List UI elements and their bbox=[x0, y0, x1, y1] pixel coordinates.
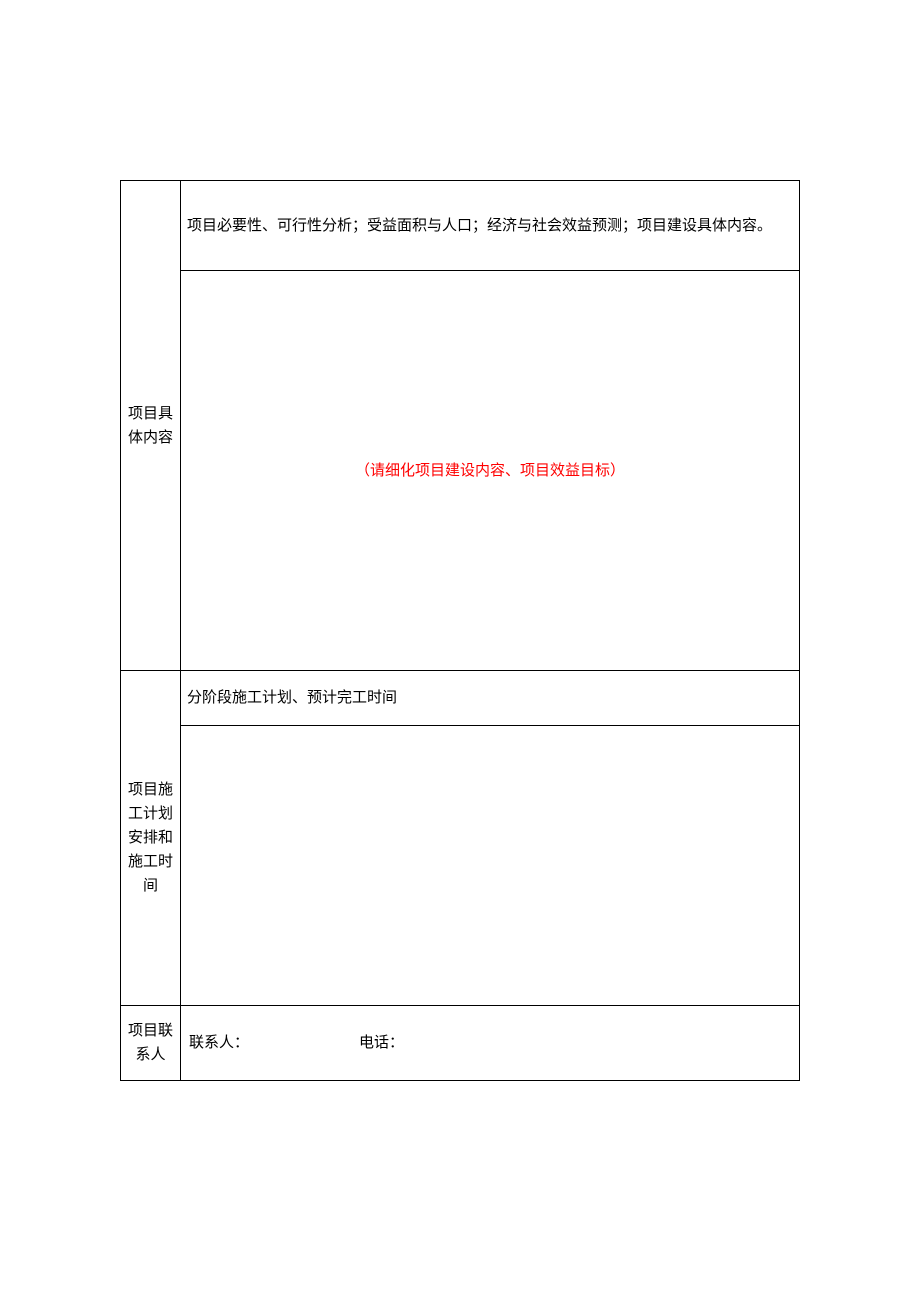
contact-label: 联系人： bbox=[189, 1031, 249, 1055]
section1-label: 项目具体内容 bbox=[128, 406, 173, 446]
section1-description: 项目必要性、可行性分析；受益面积与人口；经济与社会效益预测；项目建设具体内容。 bbox=[187, 218, 772, 234]
section1-description-cell: 项目必要性、可行性分析；受益面积与人口；经济与社会效益预测；项目建设具体内容。 bbox=[181, 181, 800, 271]
section2-description: 分阶段施工计划、预计完工时间 bbox=[187, 690, 397, 706]
section1-input-cell: （请细化项目建设内容、项目效益目标） bbox=[181, 271, 800, 671]
contact-line: 联系人： 电话： bbox=[187, 1014, 793, 1072]
section3-content-cell: 联系人： 电话： bbox=[181, 1006, 800, 1081]
phone-label: 电话： bbox=[359, 1031, 404, 1055]
section1-label-cell: 项目具体内容 bbox=[121, 181, 181, 671]
section3-label: 项目联系人 bbox=[128, 1023, 173, 1063]
project-form-table: 项目具体内容 项目必要性、可行性分析；受益面积与人口；经济与社会效益预测；项目建… bbox=[120, 180, 800, 1081]
section2-label: 项目施工计划安排和施工时间 bbox=[128, 782, 173, 894]
section2-label-cell: 项目施工计划安排和施工时间 bbox=[121, 671, 181, 1006]
section2-input-cell bbox=[181, 726, 800, 1006]
section2-description-cell: 分阶段施工计划、预计完工时间 bbox=[181, 671, 800, 726]
section3-label-cell: 项目联系人 bbox=[121, 1006, 181, 1081]
section1-hint: （请细化项目建设内容、项目效益目标） bbox=[355, 463, 625, 479]
